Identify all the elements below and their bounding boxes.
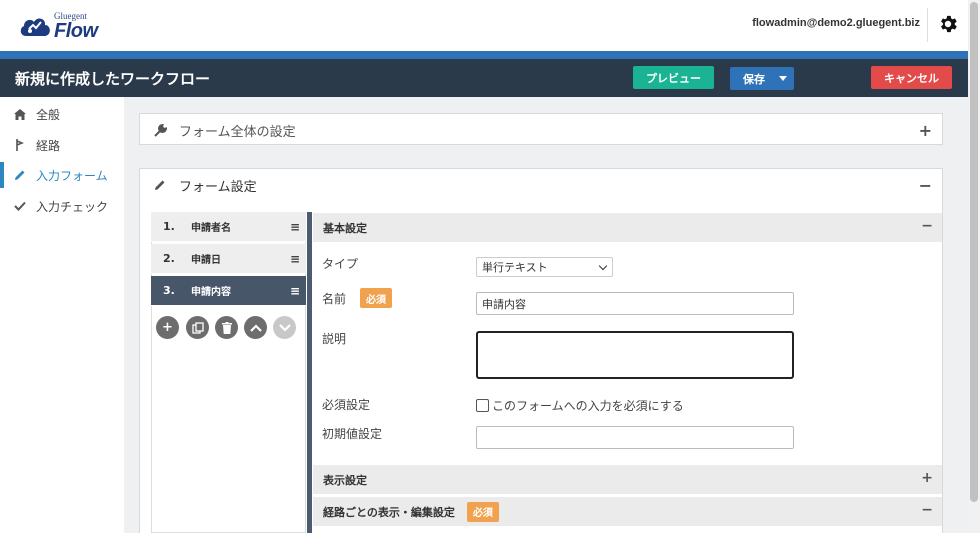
collapse-toggle[interactable]: −	[919, 176, 932, 195]
field-name: 申請内容	[191, 287, 231, 298]
drag-handle-icon[interactable]: ≡	[290, 252, 306, 266]
field-item-selected[interactable]: 3. 申請内容 ≡	[151, 276, 306, 306]
required-checkbox-row[interactable]: このフォームへの入力を必須にする	[476, 397, 684, 414]
chevron-down-icon[interactable]	[779, 76, 787, 81]
form-all-settings-panel[interactable]: フォーム全体の設定 +	[139, 113, 943, 145]
move-down-icon[interactable]	[273, 316, 296, 339]
workflow-title: 新規に作成したワークフロー	[15, 70, 211, 88]
type-select[interactable]: 単行テキスト	[476, 257, 613, 277]
sidebar-item-label: 経路	[36, 138, 61, 153]
trash-icon[interactable]	[215, 316, 238, 339]
field-item[interactable]: 2. 申請日 ≡	[151, 244, 306, 274]
logo-main-text: Flow	[54, 20, 98, 42]
sidebar-item-label: 全般	[36, 107, 61, 122]
required-setting-label: 必須設定	[322, 398, 371, 412]
sidebar-item-input-check[interactable]: 入力チェック	[0, 193, 124, 219]
panel-header[interactable]: フォーム設定 −	[140, 169, 942, 201]
panel-title: フォーム全体の設定	[179, 124, 296, 140]
route-icon	[13, 139, 27, 151]
field-number: 2.	[163, 252, 175, 265]
chevron-down-icon	[598, 261, 608, 271]
sidebar-item-label: 入力チェック	[36, 199, 109, 214]
required-checkbox[interactable]	[476, 399, 489, 412]
pencil-icon	[13, 169, 27, 181]
pencil-icon	[153, 179, 167, 191]
description-label: 説明	[322, 332, 347, 346]
required-badge: 必須	[360, 288, 392, 308]
field-number: 3.	[163, 284, 175, 297]
save-button[interactable]: 保存	[730, 67, 794, 90]
section-title: 表示設定	[323, 473, 367, 487]
sidebar-item-label: 入力フォーム	[36, 168, 108, 183]
sidebar: 全般 経路 入力フォーム 入力チェック	[0, 97, 124, 533]
top-header: Gluegent Flow flowadmin@demo2.gluegent.b…	[0, 0, 968, 51]
sidebar-item-route[interactable]: 経路	[0, 132, 124, 158]
description-textarea[interactable]	[476, 331, 794, 379]
panel-title: フォーム設定	[179, 179, 257, 195]
copy-icon[interactable]	[186, 316, 209, 339]
route-edit-settings-header[interactable]: 経路ごとの表示・編集設定 必須 −	[313, 497, 942, 526]
preview-button[interactable]: プレビュー	[633, 66, 714, 89]
drag-handle-icon[interactable]: ≡	[290, 220, 306, 234]
default-value-input[interactable]	[476, 426, 794, 449]
wrench-icon	[153, 123, 167, 137]
page-scrollbar[interactable]	[968, 0, 980, 533]
home-icon	[13, 108, 27, 120]
type-label: タイプ	[322, 257, 359, 271]
display-settings-header[interactable]: 表示設定 +	[313, 465, 942, 494]
gear-icon[interactable]	[937, 13, 959, 35]
add-icon[interactable]: +	[156, 316, 179, 339]
sidebar-item-input-form[interactable]: 入力フォーム	[0, 162, 124, 188]
required-checkbox-text: このフォームへの入力を必須にする	[492, 399, 684, 413]
header-divider	[927, 8, 928, 42]
panel-header[interactable]: フォーム全体の設定 +	[140, 114, 942, 146]
field-number: 1.	[163, 220, 175, 233]
name-label: 名前	[322, 292, 347, 306]
sidebar-item-general[interactable]: 全般	[0, 101, 124, 127]
gluegent-flow-logo[interactable]: Gluegent Flow	[18, 9, 118, 43]
field-name: 申請者名	[191, 223, 231, 234]
field-item[interactable]: 1. 申請者名 ≡	[151, 212, 306, 242]
section-title: 経路ごとの表示・編集設定	[323, 505, 455, 519]
check-icon	[13, 201, 27, 211]
basic-settings-header[interactable]: 基本設定 −	[313, 213, 942, 242]
cloud-logo-icon	[20, 18, 50, 36]
cancel-button[interactable]: キャンセル	[871, 66, 952, 89]
move-up-icon[interactable]	[244, 316, 267, 339]
brand-strip	[0, 51, 968, 59]
expand-toggle[interactable]: +	[919, 121, 932, 140]
scrollbar-thumb[interactable]	[970, 2, 978, 502]
field-name: 申請日	[191, 255, 221, 266]
save-button-label: 保存	[743, 72, 765, 86]
collapse-toggle[interactable]: −	[921, 502, 933, 518]
collapse-toggle[interactable]: −	[921, 218, 933, 234]
type-select-value: 単行テキスト	[482, 261, 548, 274]
section-title: 基本設定	[323, 221, 367, 235]
workflow-titlebar: 新規に作成したワークフロー	[0, 59, 968, 97]
expand-toggle[interactable]: +	[921, 470, 933, 486]
field-divider	[307, 212, 312, 533]
default-value-label: 初期値設定	[322, 427, 383, 441]
name-input[interactable]	[476, 292, 794, 315]
drag-handle-icon[interactable]: ≡	[290, 284, 306, 298]
user-email[interactable]: flowadmin@demo2.gluegent.biz	[752, 17, 920, 29]
required-badge: 必須	[466, 501, 499, 522]
